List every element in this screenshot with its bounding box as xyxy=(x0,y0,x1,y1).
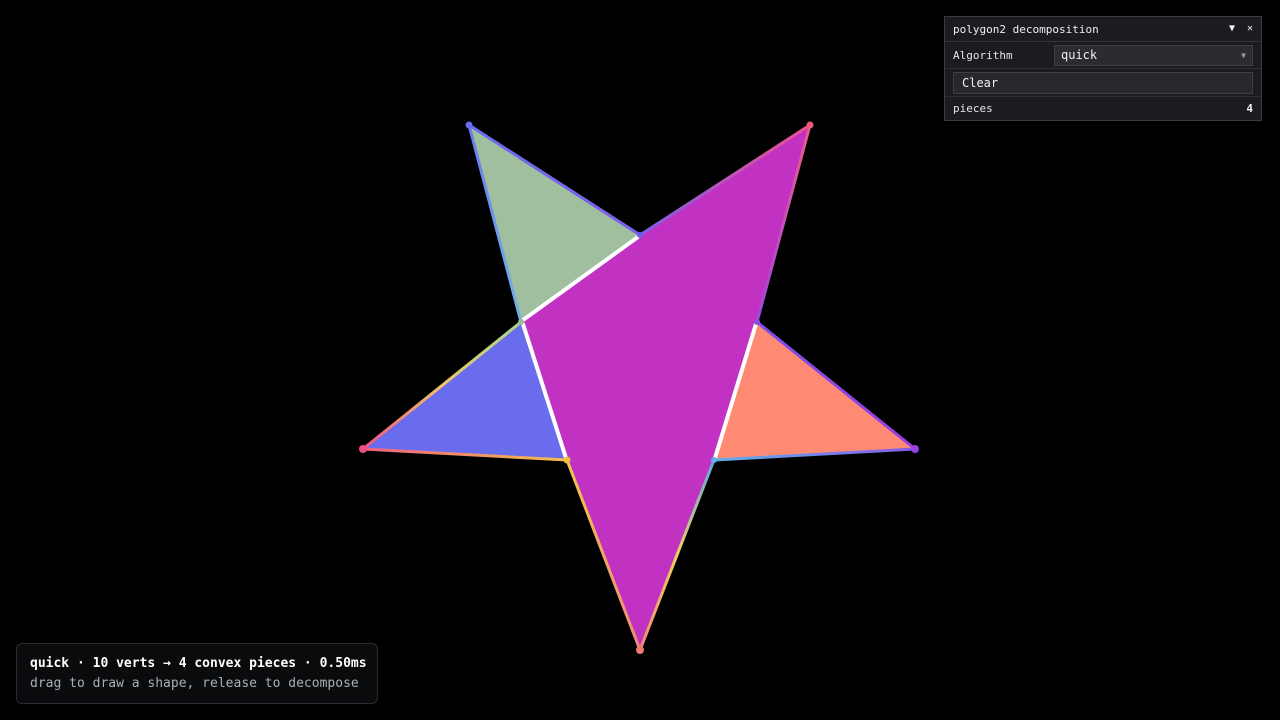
vertex-handle[interactable] xyxy=(911,445,919,453)
vertex-handle[interactable] xyxy=(563,456,571,464)
algorithm-select[interactable]: quick ▼ xyxy=(1054,44,1253,66)
vertex-handle[interactable] xyxy=(518,319,524,325)
algorithm-row: Algorithm quick ▼ xyxy=(945,42,1261,69)
hint-text: drag to draw a shape, release to decompo… xyxy=(30,676,359,691)
vertex-handle[interactable] xyxy=(711,457,717,463)
pieces-row: pieces 4 xyxy=(945,97,1261,120)
algorithm-value: quick xyxy=(1061,48,1098,62)
vertex-handle[interactable] xyxy=(359,445,367,453)
vertex-handle[interactable] xyxy=(806,121,814,129)
vertex-handle[interactable] xyxy=(465,121,473,129)
panel-header: polygon2 decomposition ▼ ✕ xyxy=(945,17,1261,42)
vertex-handle[interactable] xyxy=(754,319,760,325)
close-icon[interactable]: ✕ xyxy=(1247,24,1253,34)
panel-controls: ▼ ✕ xyxy=(1229,24,1253,34)
pieces-label: pieces xyxy=(953,102,993,115)
info-box: quick · 10 verts → 4 convex pieces · 0.5… xyxy=(16,643,378,704)
pieces-count: 4 xyxy=(1246,102,1253,115)
stats-text: quick · 10 verts → 4 convex pieces · 0.5… xyxy=(30,656,367,671)
vertex-handle[interactable] xyxy=(637,232,643,238)
clear-button[interactable]: Clear xyxy=(953,71,1253,94)
clear-row: Clear xyxy=(945,69,1261,97)
algorithm-label: Algorithm xyxy=(953,48,1013,62)
triangle-down-icon[interactable]: ▼ xyxy=(1229,24,1235,34)
control-panel: polygon2 decomposition ▼ ✕ Algorithm qui… xyxy=(944,16,1262,121)
panel-title: polygon2 decomposition xyxy=(953,22,1099,36)
chevron-down-icon: ▼ xyxy=(1241,50,1246,60)
vertex-handle[interactable] xyxy=(636,646,644,654)
